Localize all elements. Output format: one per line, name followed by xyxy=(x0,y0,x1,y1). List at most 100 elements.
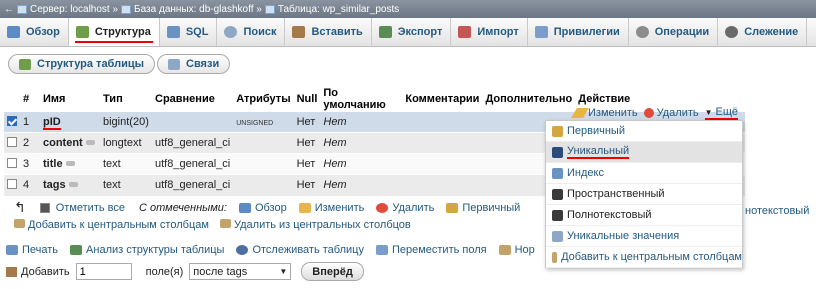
move-columns-link[interactable]: Переместить поля xyxy=(392,244,487,256)
table-utility-links: Печать Анализ структуры таблицы Отслежив… xyxy=(6,244,535,256)
bulk-edit-link[interactable]: Изменить xyxy=(315,202,365,214)
bulk-browse-link[interactable]: Обзор xyxy=(255,202,287,214)
column-collation: utf8_general_ci xyxy=(152,174,234,196)
menu-item-index[interactable]: Индекс xyxy=(546,163,742,184)
column-type: text xyxy=(100,174,152,196)
row-actions: Изменить Удалить Ещё xyxy=(571,106,739,120)
analyze-link[interactable]: Анализ структуры таблицы xyxy=(86,244,224,256)
index-icon xyxy=(552,167,563,179)
col-header-name[interactable]: Имя xyxy=(40,87,100,112)
column-collation: utf8_general_ci xyxy=(152,132,234,154)
breadcrumb: ← Сервер: localhost » База данных: db-gl… xyxy=(0,0,816,18)
breadcrumb-database[interactable]: База данных: db-glashkoff » xyxy=(134,4,262,15)
export-icon xyxy=(378,26,392,38)
fields-label: поле(я) xyxy=(145,265,184,278)
move-columns-icon xyxy=(375,245,388,255)
print-link[interactable]: Печать xyxy=(22,244,58,256)
tab-structure[interactable]: Структура xyxy=(68,18,160,46)
column-default: Нет xyxy=(323,158,347,170)
spatial-icon xyxy=(552,188,563,200)
subtab-table-structure[interactable]: Структура таблицы xyxy=(8,54,155,74)
key-icon xyxy=(65,161,75,166)
column-name: content xyxy=(43,137,83,149)
table-icon xyxy=(264,4,275,14)
col-header-default[interactable]: По умолчанию xyxy=(320,87,402,112)
key-icon xyxy=(85,140,95,145)
analyze-icon xyxy=(70,245,83,255)
menu-item-distinct-values[interactable]: Уникальные значения xyxy=(546,226,742,247)
row-checkbox[interactable] xyxy=(7,137,17,147)
column-name: pID xyxy=(43,116,61,130)
delete-icon xyxy=(376,202,389,213)
tab-search[interactable]: Поиск xyxy=(217,18,286,46)
tab-tracking[interactable]: Слежение xyxy=(718,18,808,46)
column-null: Нет xyxy=(293,153,321,175)
print-icon xyxy=(6,245,18,255)
col-header-comments[interactable]: Комментарии xyxy=(402,87,482,112)
central-columns-icon xyxy=(219,219,231,228)
back-arrow-icon[interactable]: ← xyxy=(4,4,14,15)
menu-item-primary[interactable]: Первичный xyxy=(546,121,742,142)
track-link[interactable]: Отслеживать таблицу xyxy=(252,244,364,256)
column-null: Нет xyxy=(293,111,321,133)
bulk-fulltext-link[interactable]: нотекстовый xyxy=(745,205,809,217)
edit-link[interactable]: Изменить xyxy=(588,107,638,119)
check-all-link[interactable]: Отметить все xyxy=(56,202,125,214)
subtab-relations[interactable]: Связи xyxy=(157,54,231,74)
row-checkbox[interactable] xyxy=(7,116,17,126)
delete-link[interactable]: Удалить xyxy=(657,107,699,119)
database-icon xyxy=(121,4,132,14)
tab-export[interactable]: Экспорт xyxy=(372,18,452,46)
bulk-delete-link[interactable]: Удалить xyxy=(392,202,434,214)
central-columns-actions: Добавить к центральным столбцам Удалить … xyxy=(14,219,411,231)
insert-icon xyxy=(292,26,306,38)
tab-operations[interactable]: Операции xyxy=(629,18,719,46)
menu-item-unique[interactable]: Уникальный xyxy=(546,142,742,163)
tab-browse[interactable]: Обзор xyxy=(0,18,69,46)
pencil-icon xyxy=(298,202,311,213)
row-number: 3 xyxy=(20,153,40,175)
col-header-type[interactable]: Тип xyxy=(100,87,152,112)
column-default: Нет xyxy=(323,179,347,192)
bulk-primary-link[interactable]: Первичный xyxy=(462,202,520,214)
breadcrumb-table[interactable]: Таблица: wp_similar_posts xyxy=(278,4,399,15)
more-dropdown-menu: Первичный Уникальный Индекс Пространстве… xyxy=(545,120,743,268)
remove-central-link[interactable]: Удалить из центральных столбцов xyxy=(234,219,411,231)
privileges-icon xyxy=(534,26,548,38)
position-select[interactable]: после tags ▼ xyxy=(189,263,292,280)
row-checkbox[interactable] xyxy=(7,179,17,190)
tab-sql[interactable]: SQL xyxy=(160,18,218,46)
add-count-input[interactable] xyxy=(75,263,132,280)
tracking-icon xyxy=(236,245,249,255)
tab-import[interactable]: Импорт xyxy=(451,18,528,46)
check-all-checkbox[interactable] xyxy=(39,202,50,213)
primary-key-icon xyxy=(446,202,459,213)
bulk-actions: ↰ Отметить все С отмеченными: Обзор Изме… xyxy=(6,199,520,216)
arrow-up-icon: ↰ xyxy=(14,199,26,215)
row-number: 4 xyxy=(20,174,40,196)
col-header-collation[interactable]: Сравнение xyxy=(152,87,233,112)
menu-item-spatial[interactable]: Пространственный xyxy=(546,184,742,205)
normalize-link[interactable]: Нор xyxy=(515,244,535,256)
row-checkbox[interactable] xyxy=(7,158,17,168)
central-columns-icon xyxy=(14,219,25,228)
server-icon xyxy=(17,4,27,14)
add-label: Добавить xyxy=(21,265,70,278)
fulltext-icon xyxy=(552,209,563,221)
col-header-null[interactable]: Null xyxy=(294,87,321,112)
menu-item-fulltext[interactable]: Полнотекстовый xyxy=(546,205,742,226)
col-header-extra[interactable]: Дополнительно xyxy=(482,87,575,112)
tab-privileges[interactable]: Привилегии xyxy=(528,18,629,46)
column-name: title xyxy=(43,158,63,170)
distinct-values-icon xyxy=(552,230,563,242)
breadcrumb-server[interactable]: Сервер: localhost » xyxy=(30,4,118,15)
row-number: 1 xyxy=(20,111,40,133)
tab-insert[interactable]: Вставить xyxy=(285,18,372,46)
go-button[interactable]: Вперёд xyxy=(301,262,364,281)
add-central-link[interactable]: Добавить к центральным столбцам xyxy=(28,219,209,231)
with-selected-label: С отмеченными: xyxy=(139,201,227,214)
more-dropdown-toggle[interactable]: Ещё xyxy=(704,106,739,120)
menu-item-add-central[interactable]: Добавить к центральным столбцам xyxy=(546,247,742,268)
col-header-attributes[interactable]: Атрибуты xyxy=(233,87,293,112)
structure-icon xyxy=(19,58,31,70)
